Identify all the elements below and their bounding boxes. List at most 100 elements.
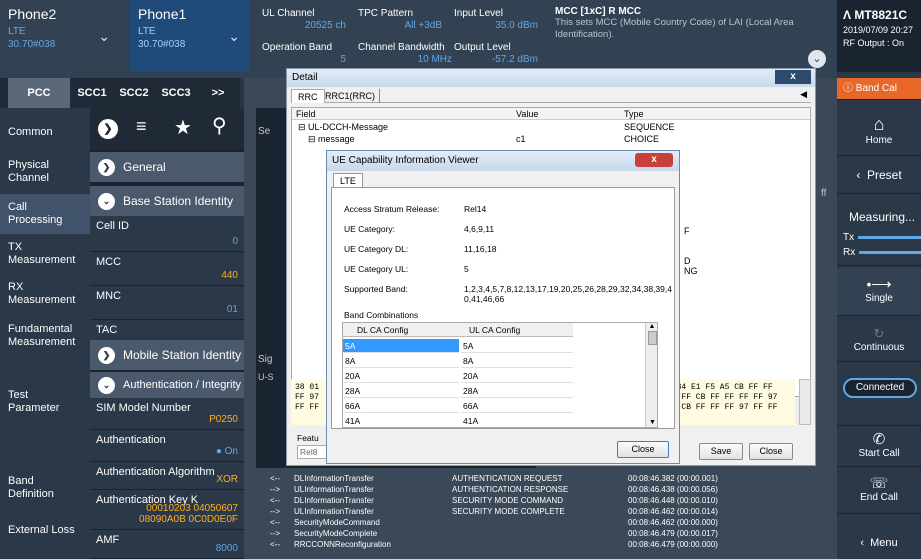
param-channel-bandwidth[interactable]: Channel Bandwidth 10 MHz	[358, 42, 452, 65]
section-base-station-identity[interactable]: ⌄ Base Station Identity	[90, 186, 244, 216]
nav-test-parameter[interactable]: Test Parameter	[0, 384, 90, 420]
nav-band-definition[interactable]: Band Definition	[0, 470, 90, 506]
tab-more[interactable]: >>	[200, 78, 236, 108]
scroll-left-icon[interactable]: ◀	[800, 89, 807, 100]
list-icon[interactable]: ≡	[136, 116, 147, 137]
param-input-level[interactable]: Input Level 35.0 dBm	[454, 8, 538, 31]
param-operation-band[interactable]: Operation Band 5	[262, 42, 346, 65]
phone1-selector[interactable]: Phone1 LTE 30.70#038 ⌄	[130, 0, 250, 72]
band-dl-cell[interactable]: 41A	[343, 414, 459, 427]
tab-rrc[interactable]: RRC	[291, 89, 325, 103]
info-description: This sets MCC (Mobile Country Code) of L…	[555, 17, 794, 40]
star-icon[interactable]: ★	[174, 115, 192, 140]
field-sim-model-number[interactable]: SIM Model Number P0250	[90, 398, 244, 430]
nav-rx-measurement[interactable]: RX Measurement	[0, 276, 90, 312]
param-tpc-pattern[interactable]: TPC Pattern All +3dB	[358, 8, 442, 31]
field-mnc[interactable]: MNC 01	[90, 286, 244, 320]
log-row[interactable]: --> ULInformationTransfer SECURITY MODE CO…	[270, 507, 750, 517]
save-button[interactable]: Save	[699, 443, 743, 460]
tree-header: Field Value Type	[292, 108, 810, 120]
measuring-status: Measuring... Tx Rx	[837, 200, 921, 266]
band-table-scrollbar[interactable]: ▲ ▼	[645, 323, 657, 427]
section-authentication-integrity[interactable]: ⌄ Authentication / Integrity	[90, 372, 244, 398]
band-dl-cell[interactable]: 20A	[343, 369, 459, 383]
log-row[interactable]: --> ULInformationTransfer AUTHENTICATION R…	[270, 485, 750, 495]
band-cal-button[interactable]: ⓘ Band Cal	[837, 78, 921, 100]
section-mobile-station-identity[interactable]: ❯ Mobile Station Identity	[90, 340, 244, 370]
menu-button[interactable]: ‹ Menu	[837, 528, 921, 559]
home-button[interactable]: ⌂ Home	[837, 108, 921, 156]
chevron-down-icon: ⌄	[98, 192, 115, 210]
play-icon[interactable]: ❯	[98, 119, 118, 139]
phone2-selector[interactable]: Phone2 LTE 30.70#038 ⌄	[0, 0, 120, 70]
scroll-thumb[interactable]	[647, 331, 657, 345]
tab-scc2[interactable]: SCC2	[114, 78, 154, 108]
access-stratum-release-value: Rel14	[464, 204, 487, 214]
band-ul-cell[interactable]: 66A	[461, 399, 573, 413]
band-ul-cell[interactable]: 5A	[461, 339, 573, 353]
field-mcc[interactable]: MCC 440	[90, 252, 244, 286]
hex-dump-right: C 84 E1 F5 A5 CB FF FF FF FF CB FF FF FF…	[665, 379, 795, 425]
close-icon[interactable]: x	[775, 70, 811, 84]
band-dl-cell[interactable]: 8A	[343, 354, 459, 368]
band-ul-cell[interactable]: 20A	[461, 369, 573, 383]
field-authentication[interactable]: Authentication ● On	[90, 430, 244, 462]
detail-close-button[interactable]: Close	[749, 443, 793, 460]
ue-viewer-body: Access Stratum Release: Rel14 UE Categor…	[331, 187, 675, 429]
field-authentication-key[interactable]: Authentication Key K 00010203 04050607 08…	[90, 490, 244, 530]
log-row[interactable]: <-- RRCCONNReconfiguration 00:08:46.479 (0…	[270, 540, 750, 550]
hex-scrollbar[interactable]	[799, 379, 811, 425]
band-ul-cell[interactable]: 41A	[461, 414, 573, 427]
log-row[interactable]: <-- DLInformationTransfer AUTHENTICATION R…	[270, 474, 750, 484]
nav-fundamental-measurement[interactable]: Fundamental Measurement	[0, 316, 90, 356]
chevron-left-icon: ‹	[856, 168, 861, 182]
scroll-down-icon[interactable]: ▼	[646, 419, 657, 426]
phone2-name: Phone2	[8, 6, 57, 22]
band-ul-cell[interactable]: 8A	[461, 354, 573, 368]
nav-external-loss[interactable]: External Loss	[0, 512, 90, 548]
ue-viewer-close-button[interactable]: Close	[617, 441, 669, 458]
log-row[interactable]: <-- SecurityModeCommand 00:08:46.462 (00:0…	[270, 518, 750, 528]
log-row[interactable]: --> SecurityModeComplete 00:08:46.479 (00:…	[270, 529, 750, 539]
param-toolbar: ❯ ≡ ★ ⚲	[90, 108, 244, 150]
chevron-left-icon: ‹	[860, 537, 864, 549]
band-dl-cell[interactable]: 66A	[343, 399, 459, 413]
radio-on-icon: ●	[215, 446, 222, 457]
tree-row[interactable]: ⊟ UL-DCCH-Message SEQUENCE	[292, 121, 810, 133]
section-general[interactable]: ❯ General	[90, 152, 244, 182]
message-log: <-- DLInformationTransfer AUTHENTICATION R…	[270, 474, 740, 559]
scroll-up-icon[interactable]: ▲	[646, 323, 657, 330]
tab-pcc[interactable]: PCC	[8, 78, 70, 108]
nav-tx-measurement[interactable]: TX Measurement	[0, 236, 90, 272]
field-amf[interactable]: AMF 8000	[90, 530, 244, 559]
band-dl-cell[interactable]: 28A	[343, 384, 459, 398]
continuous-button[interactable]: ↻ Continuous	[837, 318, 921, 362]
collapse-icon[interactable]: ⌄	[808, 50, 826, 68]
tab-scc1[interactable]: SCC1	[72, 78, 112, 108]
band-ul-cell[interactable]: 28A	[461, 384, 573, 398]
search-icon[interactable]: ⚲	[212, 113, 227, 138]
param-output-level[interactable]: Output Level -57.2 dBm	[454, 42, 538, 65]
single-button[interactable]: •⟶ Single	[837, 268, 921, 316]
band-dl-cell[interactable]: 5A	[343, 339, 459, 353]
field-cell-id[interactable]: Cell ID 0	[90, 216, 244, 252]
tree-row[interactable]: ⊟ message c1 CHOICE	[292, 133, 810, 145]
rf-output: RF Output : On	[843, 38, 905, 48]
start-call-button[interactable]: ✆ Start Call	[837, 425, 921, 467]
nav-call-processing[interactable]: Call Processing	[0, 194, 90, 234]
chevron-right-icon: ❯	[98, 346, 115, 364]
tab-scc3[interactable]: SCC3	[156, 78, 196, 108]
preset-button[interactable]: ‹ Preset	[837, 156, 921, 194]
phone1-tech: LTE	[138, 26, 156, 37]
nav-physical-channel[interactable]: Physical Channel	[0, 154, 90, 190]
param-ul-channel[interactable]: UL Channel 20525 ch	[262, 8, 346, 31]
tab-lte[interactable]: LTE	[333, 173, 363, 187]
log-row[interactable]: <-- DLInformationTransfer SECURITY MODE CO…	[270, 496, 750, 506]
field-authentication-algorithm[interactable]: Authentication Algorithm XOR	[90, 462, 244, 490]
end-call-button[interactable]: ☏ End Call	[837, 470, 921, 514]
tab-rrc1[interactable]: RRC1(RRC)	[321, 89, 380, 103]
close-icon[interactable]: x	[635, 153, 673, 167]
nav-common[interactable]: Common	[0, 114, 90, 150]
device-datetime: 2019/07/09 20:27	[843, 25, 914, 35]
phone1-name: Phone1	[138, 6, 187, 22]
